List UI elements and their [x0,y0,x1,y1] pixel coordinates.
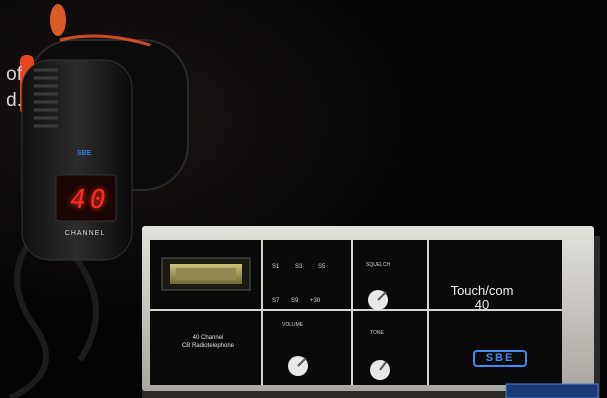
knob-label-squelch: SQUELCH [366,262,391,268]
meter-scale-bottom: S7 S9 +30 [272,298,320,304]
radio-description: 40 Channel CB Radiotelephone [158,334,258,350]
radio-description-line-2: CB Radiotelephone [181,343,235,349]
radio-brand-line-1: Touch/com [450,283,514,298]
radio-unit [142,226,600,398]
meter-scale-bottom-2: S9 [291,298,299,304]
radio-brand-title: Touch/com 40 [432,284,532,312]
radio-brand-line-2: 40 [474,297,490,312]
channel-readout: 40 [70,185,110,215]
mic-brand-badge: SBE [77,150,92,157]
meter-scale-top: S1 S3 S5 [272,264,325,270]
knob-label-tone: TONE [370,330,384,336]
mic-glow-top [50,4,66,36]
meter-scale-top-3: S5 [318,264,326,270]
overlay-text-line-2: d. [6,90,22,111]
channel-label: CHANNEL [64,230,106,237]
sbe-logo: SBE [473,350,527,367]
overlay-text-line-1: of [6,64,22,85]
meter-scale-bottom-3: +30 [310,298,321,304]
signal-meter-face [176,268,236,280]
meter-scale-bottom-1: S7 [272,298,280,304]
radio-description-line-1: 40 Channel [192,335,224,341]
meter-scale-top-2: S3 [295,264,303,270]
meter-scale-top-1: S1 [272,264,280,270]
corner-graphic [505,383,599,398]
overlay-text: of d. [0,62,22,114]
knob-label-volume: VOLUME [282,322,304,328]
